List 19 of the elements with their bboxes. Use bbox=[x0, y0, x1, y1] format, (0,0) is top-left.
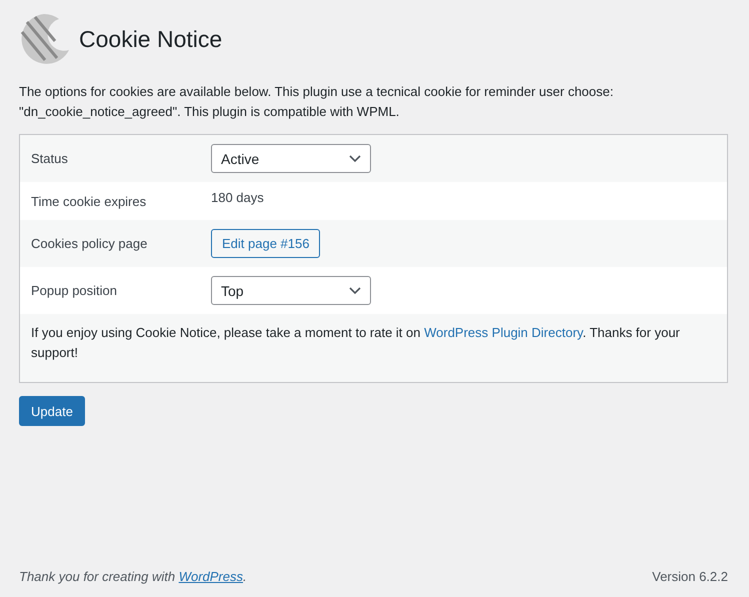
select-field[interactable]: Active bbox=[211, 144, 371, 173]
wordpress-link[interactable]: WordPress bbox=[178, 568, 243, 584]
setting-value: 180 days bbox=[211, 190, 264, 204]
intro-text: The options for cookies are available below. This plugin use a tecnical cookie for reminder user choose: "dn_cookie_notice_agreed". This plugin is compatible with WPML. bbox=[19, 83, 614, 121]
version-text: Version 6.2.2 bbox=[652, 568, 728, 584]
setting-label: Status bbox=[31, 151, 69, 166]
setting-label: Cookies policy page bbox=[31, 236, 148, 251]
chevron-down-icon bbox=[349, 286, 361, 294]
plugin-directory-link[interactable]: WordPress Plugin Directory bbox=[424, 325, 583, 340]
rating-note: If you enjoy using Cookie Notice, please take a moment to rate it on WordPress Plugin Directory. Thanks for your support! bbox=[20, 314, 727, 382]
setting-label: Time cookie expires bbox=[31, 194, 148, 208]
setting-label: Popup position bbox=[31, 283, 118, 298]
chevron-down-icon bbox=[349, 154, 361, 162]
cookie-logo-icon bbox=[19, 14, 69, 64]
footer-text: Thank you for creating with WordPress. bbox=[19, 568, 247, 584]
update-button[interactable]: Update bbox=[19, 396, 85, 426]
select-field[interactable]: Top bbox=[211, 276, 371, 305]
edit-page-button[interactable]: Edit page #156 bbox=[211, 229, 320, 258]
page-title: Cookie Notice bbox=[79, 26, 222, 52]
